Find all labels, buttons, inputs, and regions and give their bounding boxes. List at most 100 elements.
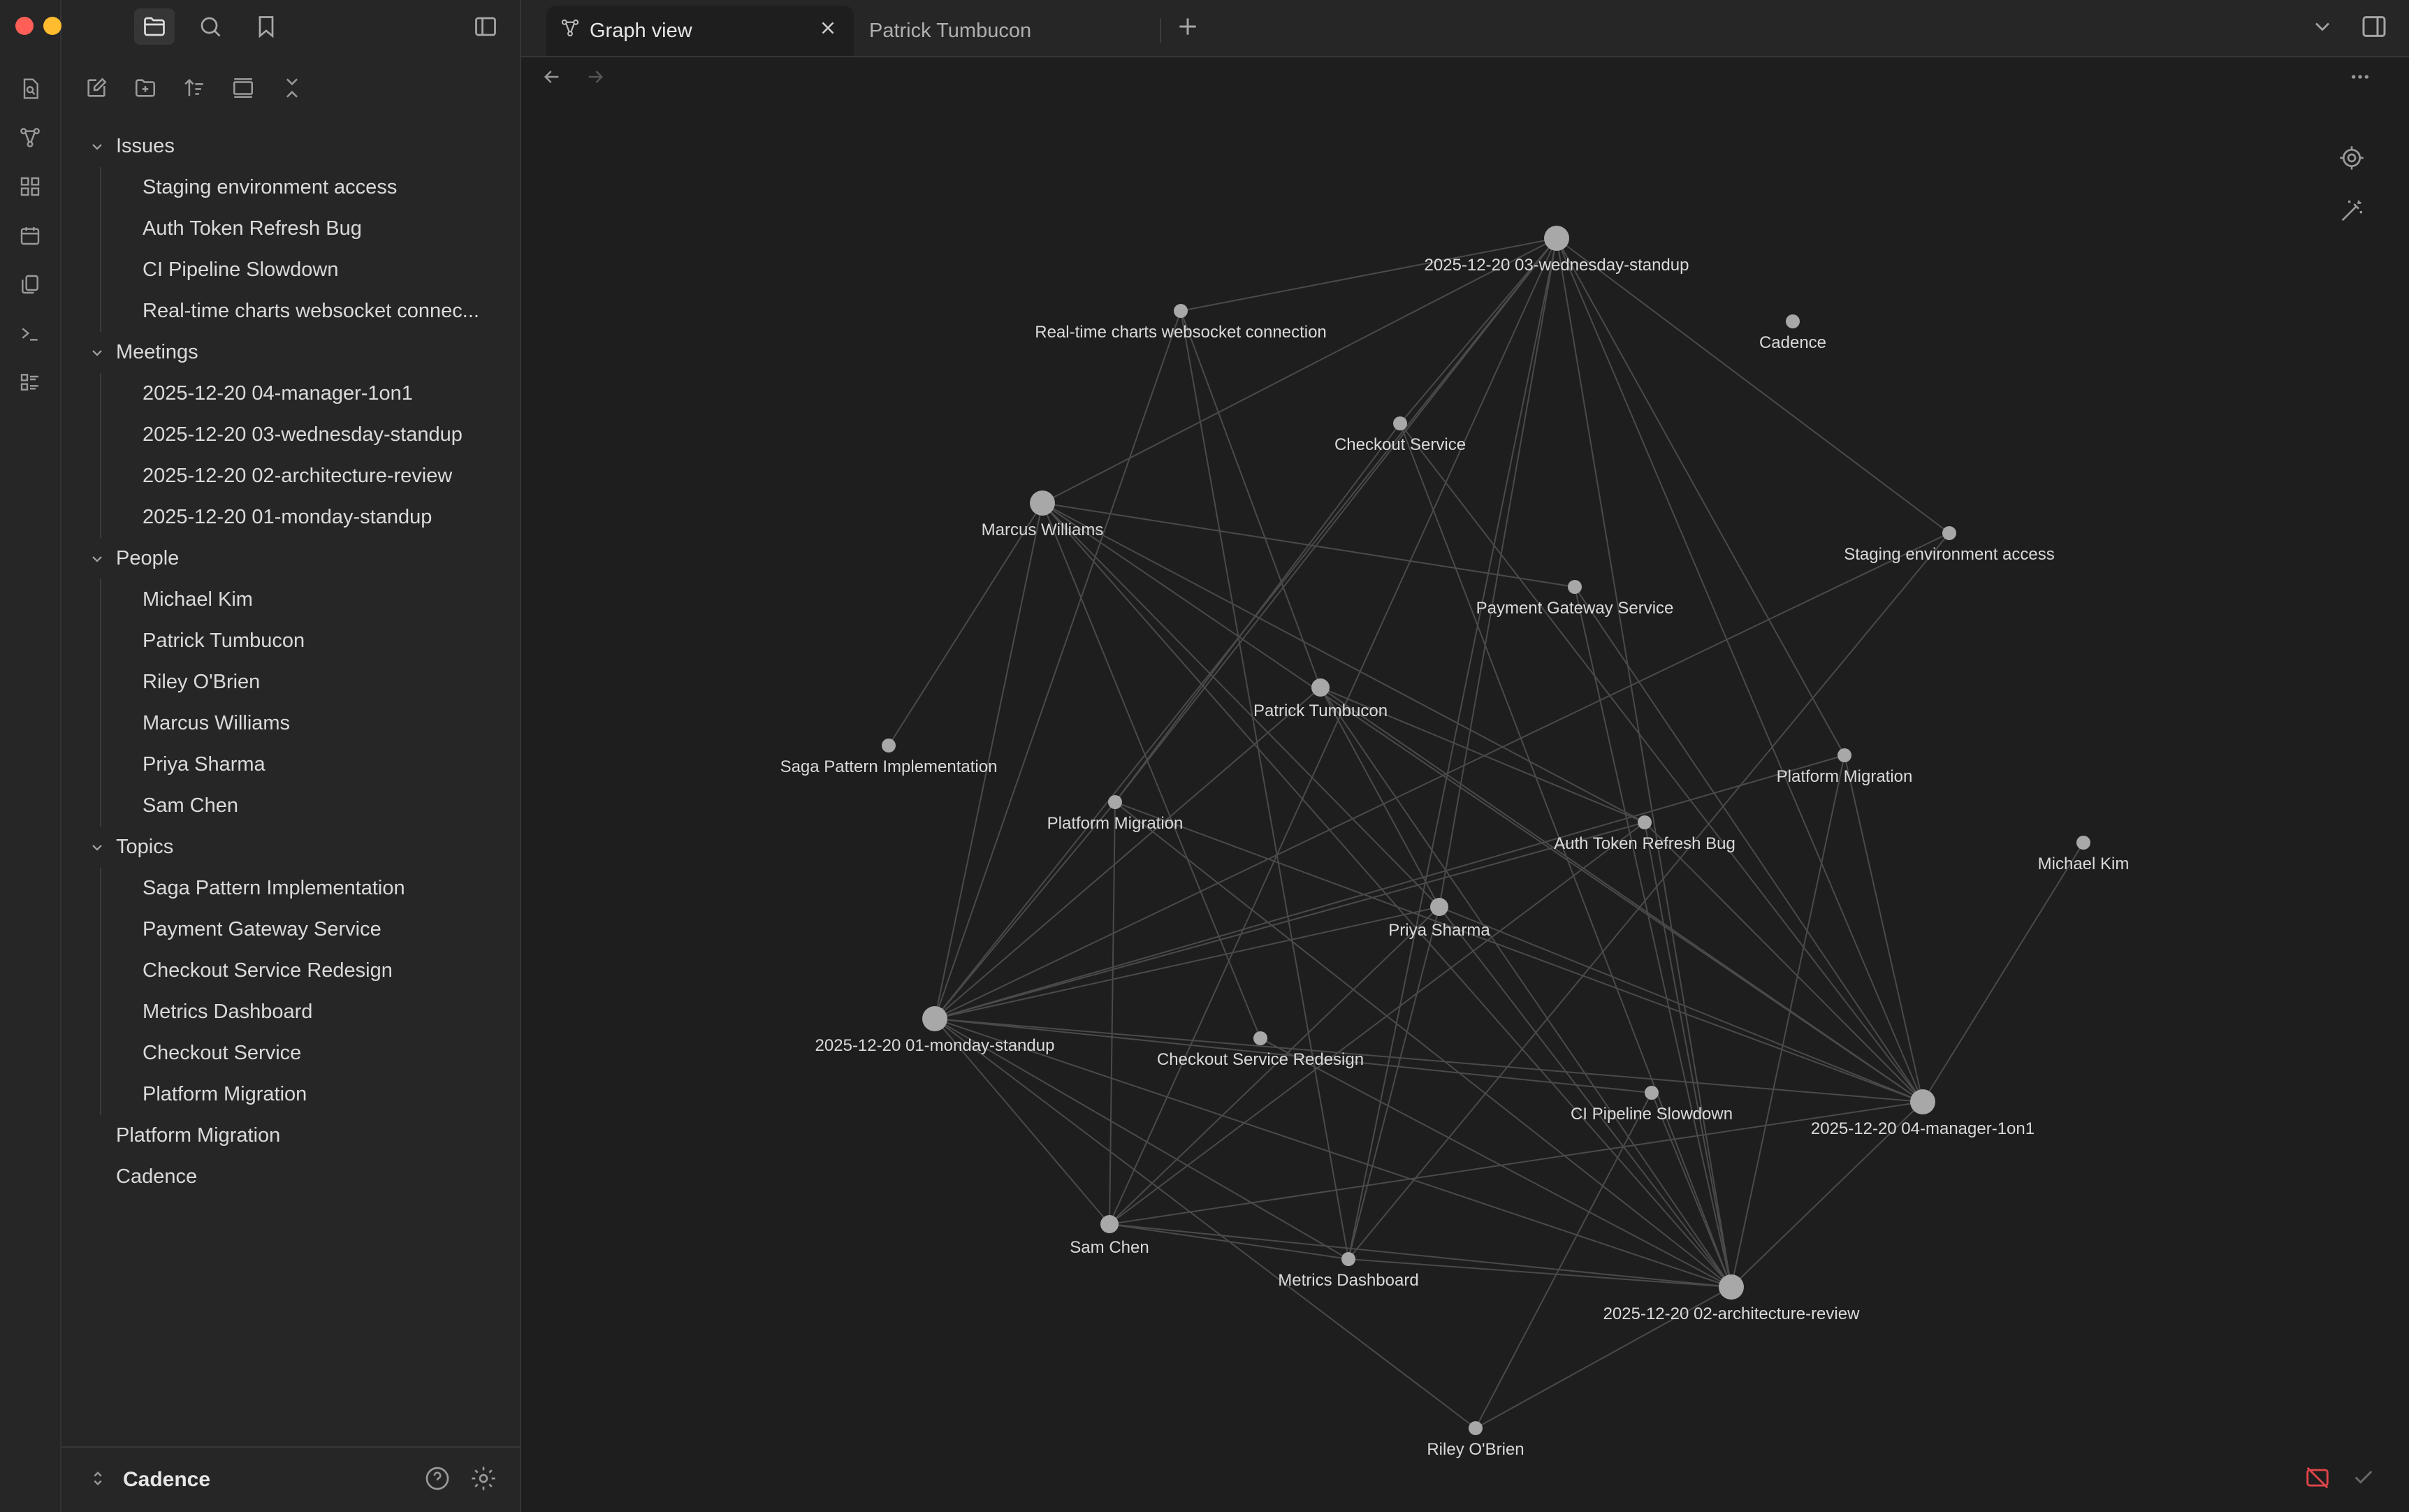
daily-notes-calendar-icon[interactable] xyxy=(11,217,49,254)
graph-node[interactable]: Checkout Service Redesign xyxy=(1157,1031,1364,1069)
file-item[interactable]: Staging environment access xyxy=(61,167,520,208)
graph-node[interactable]: Michael Kim xyxy=(2038,836,2130,873)
file-item[interactable]: 2025-12-20 01-monday-standup xyxy=(61,497,520,538)
graph-node[interactable]: Staging environment access xyxy=(1844,526,2055,564)
graph-node[interactable]: Real-time charts websocket connection xyxy=(1035,304,1327,342)
graph-node-dot[interactable] xyxy=(882,739,896,753)
canvas-icon[interactable] xyxy=(11,168,49,205)
graph-node[interactable]: Platform Migration xyxy=(1777,748,1913,786)
file-item[interactable]: Riley O'Brien xyxy=(61,662,520,703)
graph-node-dot[interactable] xyxy=(2076,836,2090,850)
close-window-button[interactable] xyxy=(15,17,34,35)
file-item[interactable]: Real-time charts websocket connec... xyxy=(61,291,520,332)
chevron-down-icon[interactable] xyxy=(88,138,106,156)
file-item[interactable]: Priya Sharma xyxy=(61,744,520,785)
graph-node[interactable]: Checkout Service xyxy=(1334,416,1466,454)
vault-switcher-chevron-icon[interactable] xyxy=(88,1469,108,1492)
chevron-down-icon[interactable] xyxy=(88,838,106,857)
graph-view-icon[interactable] xyxy=(11,119,49,157)
file-item[interactable]: Saga Pattern Implementation xyxy=(61,868,520,909)
graph-node-dot[interactable] xyxy=(1837,748,1851,762)
settings-gear-icon[interactable] xyxy=(470,1464,497,1496)
new-note-icon[interactable] xyxy=(78,70,115,106)
graph-node[interactable]: Cadence xyxy=(1759,314,1826,352)
graph-node-dot[interactable] xyxy=(1638,815,1652,829)
graph-node-dot[interactable] xyxy=(1910,1089,1935,1114)
graph-view-panel[interactable]: 2025-12-20 03-wednesday-standup Real-time… xyxy=(521,57,2409,1512)
file-item[interactable]: Platform Migration xyxy=(61,1074,520,1115)
help-icon[interactable] xyxy=(423,1464,451,1496)
sort-order-icon[interactable] xyxy=(176,70,212,106)
graph-node-dot[interactable] xyxy=(1645,1086,1659,1100)
command-palette-icon[interactable] xyxy=(11,363,49,401)
close-tab-icon[interactable] xyxy=(817,17,838,44)
new-tab-icon[interactable] xyxy=(1174,13,1202,44)
file-item[interactable]: CI Pipeline Slowdown xyxy=(61,249,520,291)
folder-topics[interactable]: Topics xyxy=(61,827,520,868)
folder-meetings[interactable]: Meetings xyxy=(61,332,520,373)
graph-node[interactable]: 2025-12-20 03-wednesday-standup xyxy=(1425,226,1689,275)
search-icon[interactable] xyxy=(190,8,231,45)
graph-node[interactable]: Payment Gateway Service xyxy=(1476,580,1674,618)
graph-node-dot[interactable] xyxy=(1430,898,1448,916)
file-item[interactable]: Auth Token Refresh Bug xyxy=(61,208,520,249)
new-folder-icon[interactable] xyxy=(127,70,163,106)
files-folder-icon[interactable] xyxy=(134,8,175,45)
graph-node-dot[interactable] xyxy=(1544,226,1569,251)
terminal-icon[interactable] xyxy=(11,314,49,352)
graph-node-dot[interactable] xyxy=(1100,1215,1119,1233)
graph-node-dot[interactable] xyxy=(1469,1421,1483,1435)
file-item[interactable]: 2025-12-20 04-manager-1on1 xyxy=(61,373,520,414)
graph-node[interactable]: Patrick Tumbucon xyxy=(1253,678,1388,720)
file-item[interactable]: Metrics Dashboard xyxy=(61,991,520,1033)
file-item[interactable]: Cadence xyxy=(61,1156,520,1198)
graph-node-dot[interactable] xyxy=(1786,314,1800,328)
graph-node-dot[interactable] xyxy=(1719,1274,1744,1300)
graph-node[interactable]: Riley O'Brien xyxy=(1427,1421,1524,1459)
graph-node[interactable]: Auth Token Refresh Bug xyxy=(1554,815,1735,853)
tab-list-chevron-icon[interactable] xyxy=(2310,14,2335,43)
graph-node-dot[interactable] xyxy=(1108,795,1122,809)
file-item[interactable]: Checkout Service Redesign xyxy=(61,950,520,991)
minimize-window-button[interactable] xyxy=(43,17,61,35)
open-quick-switcher-icon[interactable] xyxy=(11,70,49,108)
checkmark-icon[interactable] xyxy=(2352,1464,2391,1504)
graph-node[interactable]: 2025-12-20 02-architecture-review xyxy=(1603,1274,1861,1323)
sync-error-icon[interactable] xyxy=(2304,1464,2343,1504)
graph-node[interactable]: Marcus Williams xyxy=(982,490,1104,539)
graph-node[interactable]: Priya Sharma xyxy=(1388,898,1490,940)
file-item[interactable]: 2025-12-20 03-wednesday-standup xyxy=(61,414,520,456)
file-item[interactable]: Sam Chen xyxy=(61,785,520,827)
graph-node-dot[interactable] xyxy=(1030,490,1055,516)
collapse-all-icon[interactable] xyxy=(274,70,310,106)
chevron-down-icon[interactable] xyxy=(88,344,106,362)
tab-graph-view[interactable]: Graph view xyxy=(546,6,854,56)
graph-node[interactable]: Saga Pattern Implementation xyxy=(780,739,998,776)
graph-node-dot[interactable] xyxy=(922,1006,947,1031)
graph-node-dot[interactable] xyxy=(1341,1252,1355,1266)
graph-node-dot[interactable] xyxy=(1311,678,1330,697)
graph-node[interactable]: Platform Migration xyxy=(1047,795,1184,833)
graph-node[interactable]: Sam Chen xyxy=(1070,1215,1149,1257)
chevron-down-icon[interactable] xyxy=(88,550,106,568)
graph-node[interactable]: Metrics Dashboard xyxy=(1278,1252,1419,1290)
graph-node-dot[interactable] xyxy=(1942,526,1956,540)
file-item[interactable]: Marcus Williams xyxy=(61,703,520,744)
file-item[interactable]: Payment Gateway Service xyxy=(61,909,520,950)
tab-patrick-tumbucon[interactable]: Patrick Tumbucon xyxy=(855,6,1151,56)
graph-node-dot[interactable] xyxy=(1393,416,1407,430)
graph-node-dot[interactable] xyxy=(1174,304,1188,318)
auto-reveal-icon[interactable] xyxy=(225,70,261,106)
graph-node-dot[interactable] xyxy=(1568,580,1582,594)
graph-node[interactable]: CI Pipeline Slowdown xyxy=(1571,1086,1733,1124)
file-item[interactable]: Checkout Service xyxy=(61,1033,520,1074)
toggle-sidebar-icon[interactable] xyxy=(465,8,506,45)
folder-issues[interactable]: Issues xyxy=(61,126,520,167)
vault-name[interactable]: Cadence xyxy=(123,1468,210,1492)
graph-node[interactable]: 2025-12-20 01-monday-standup xyxy=(815,1006,1055,1055)
graph-node-dot[interactable] xyxy=(1253,1031,1267,1045)
toggle-right-sidebar-icon[interactable] xyxy=(2360,13,2388,44)
file-item[interactable]: Patrick Tumbucon xyxy=(61,620,520,662)
file-item[interactable]: Michael Kim xyxy=(61,579,520,620)
file-item[interactable]: Platform Migration xyxy=(61,1115,520,1156)
